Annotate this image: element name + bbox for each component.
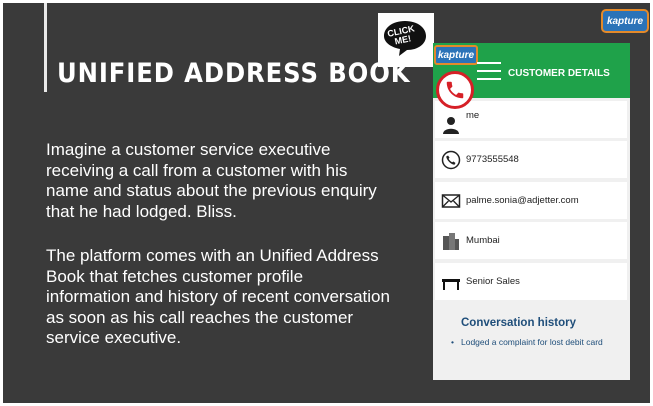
customer-email: palme.sonia@adjetter.com [466, 195, 579, 206]
kapture-header-logo-text: kapture [437, 49, 475, 61]
intro-paragraph: Imagine a customer service executive rec… [46, 140, 377, 221]
customer-name: me [466, 110, 480, 121]
customer-email-card: palme.sonia@adjetter.com [435, 182, 627, 219]
phone-icon [441, 150, 461, 170]
customer-designation-card: Senior Sales [435, 263, 627, 300]
envelope-icon [441, 194, 461, 208]
customer-designation: Senior Sales [466, 276, 520, 287]
customer-phone: 9773555548 [466, 154, 519, 165]
slide: UNIFIED ADDRESS BOOK Imagine a customer … [3, 3, 650, 403]
customer-city: Mumbai [466, 235, 500, 246]
conversation-history-item[interactable]: Lodged a complaint for lost debit card [451, 337, 621, 347]
customer-phone-card: 9773555548 [435, 141, 627, 178]
incoming-call-button[interactable] [436, 71, 474, 109]
kapture-logo-text: kapture [606, 15, 644, 27]
buildings-icon [443, 233, 459, 250]
customer-details-panel: kapture CUSTOMER DETAILS me 9773555548 p… [433, 43, 630, 380]
person-icon [443, 117, 459, 134]
desk-icon [442, 279, 460, 290]
kapture-header-logo: kapture [434, 45, 478, 65]
kapture-logo: kapture [601, 9, 649, 33]
description-paragraph: The platform comes with an Unified Addre… [46, 246, 390, 347]
conversation-history-title: Conversation history [461, 317, 577, 329]
phone-ring-icon [446, 81, 464, 99]
title-accent-line [44, 3, 47, 92]
customer-details-title: CUSTOMER DETAILS [508, 68, 610, 79]
customer-city-card: Mumbai [435, 222, 627, 259]
slide-title: UNIFIED ADDRESS BOOK [57, 58, 411, 89]
click-me-button[interactable]: CLICK ME! [378, 13, 434, 67]
hamburger-icon[interactable] [477, 62, 501, 80]
